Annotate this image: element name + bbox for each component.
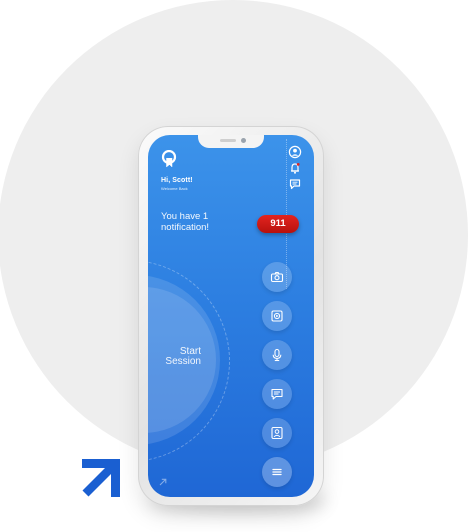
menu-button[interactable]: [262, 457, 292, 487]
chat-icon[interactable]: [288, 177, 302, 191]
microphone-button[interactable]: [262, 340, 292, 370]
phone-notch: [198, 135, 264, 148]
bell-icon[interactable]: [288, 161, 302, 175]
phone-screen: Hi, Scott! Welcome Back You have 1 notif…: [148, 135, 314, 497]
message-button[interactable]: [262, 379, 292, 409]
start-session-label: Start Session: [165, 346, 201, 367]
microphone-icon: [272, 348, 282, 362]
greeting-subtitle: Welcome Back: [161, 186, 188, 191]
top-icon-bar: [288, 145, 302, 193]
message-icon: [271, 388, 283, 400]
video-icon: [271, 310, 283, 322]
stage: Hi, Scott! Welcome Back You have 1 notif…: [0, 0, 468, 532]
contact-button[interactable]: [262, 418, 292, 448]
video-button[interactable]: [262, 301, 292, 331]
user-icon[interactable]: [288, 145, 302, 159]
brand-arrow-logo: [82, 459, 120, 497]
camera-button[interactable]: [262, 262, 292, 292]
phone-mockup: Hi, Scott! Welcome Back You have 1 notif…: [138, 126, 324, 506]
greeting-title: Hi, Scott!: [161, 177, 193, 184]
corner-arrow-icon: [159, 478, 167, 486]
app-logo-icon: [161, 150, 177, 168]
menu-icon: [272, 468, 282, 476]
contact-icon: [271, 426, 283, 440]
speaker-grille: [220, 139, 236, 142]
emergency-911-button[interactable]: 911: [257, 215, 299, 233]
front-camera: [241, 138, 246, 143]
notification-text: You have 1 notification!: [161, 211, 210, 233]
camera-icon: [270, 272, 284, 283]
